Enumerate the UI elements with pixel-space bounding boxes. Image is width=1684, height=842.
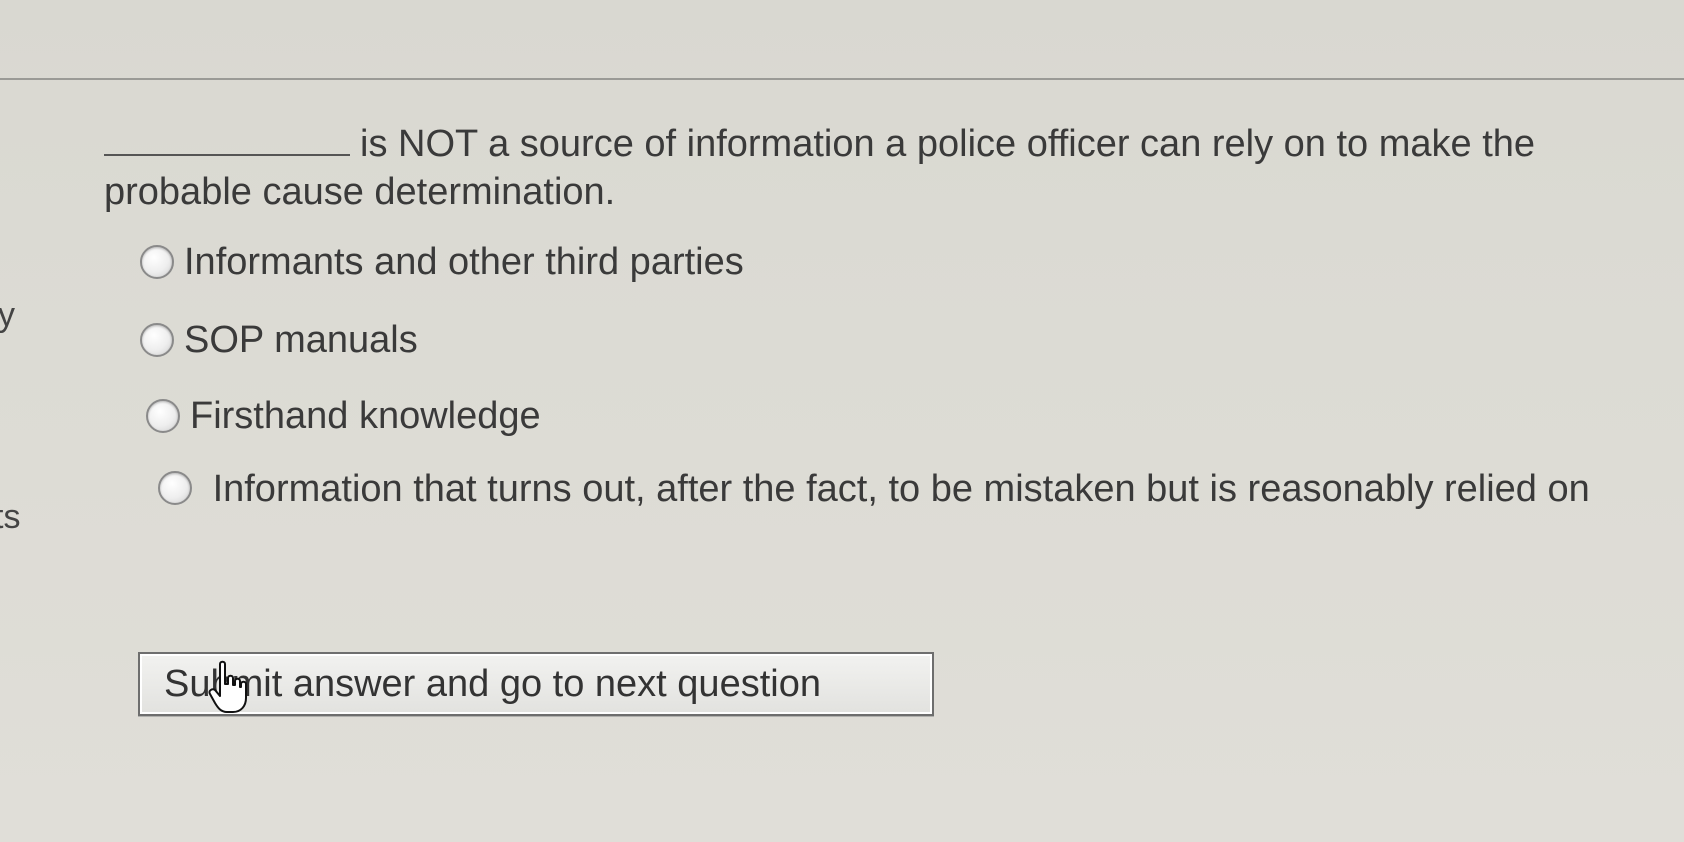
- radio-button[interactable]: [146, 399, 180, 433]
- radio-button[interactable]: [140, 323, 174, 357]
- answer-option-label: SOP manuals: [184, 319, 418, 361]
- answer-option-4[interactable]: Information that turns out, after the fa…: [136, 466, 1616, 512]
- fill-in-blank: [104, 118, 350, 156]
- answer-option-label: Information that turns out, after the fa…: [212, 468, 1590, 510]
- question-text: is NOT a source of information a police …: [104, 118, 1604, 216]
- radio-button[interactable]: [158, 471, 192, 505]
- answer-option-3[interactable]: Firsthand knowledge: [146, 394, 541, 438]
- answer-option-2[interactable]: SOP manuals: [140, 318, 418, 362]
- submit-answer-button[interactable]: Submit answer and go to next question: [138, 652, 934, 716]
- radio-button[interactable]: [140, 245, 174, 279]
- answer-option-label: Informants and other third parties: [184, 241, 744, 283]
- top-divider: [0, 78, 1684, 80]
- answer-option-label: Firsthand knowledge: [190, 395, 541, 437]
- answer-option-1[interactable]: Informants and other third parties: [140, 240, 744, 284]
- sidebar-text-fragment: ts: [0, 498, 21, 536]
- sidebar-text-fragment: y: [0, 296, 15, 334]
